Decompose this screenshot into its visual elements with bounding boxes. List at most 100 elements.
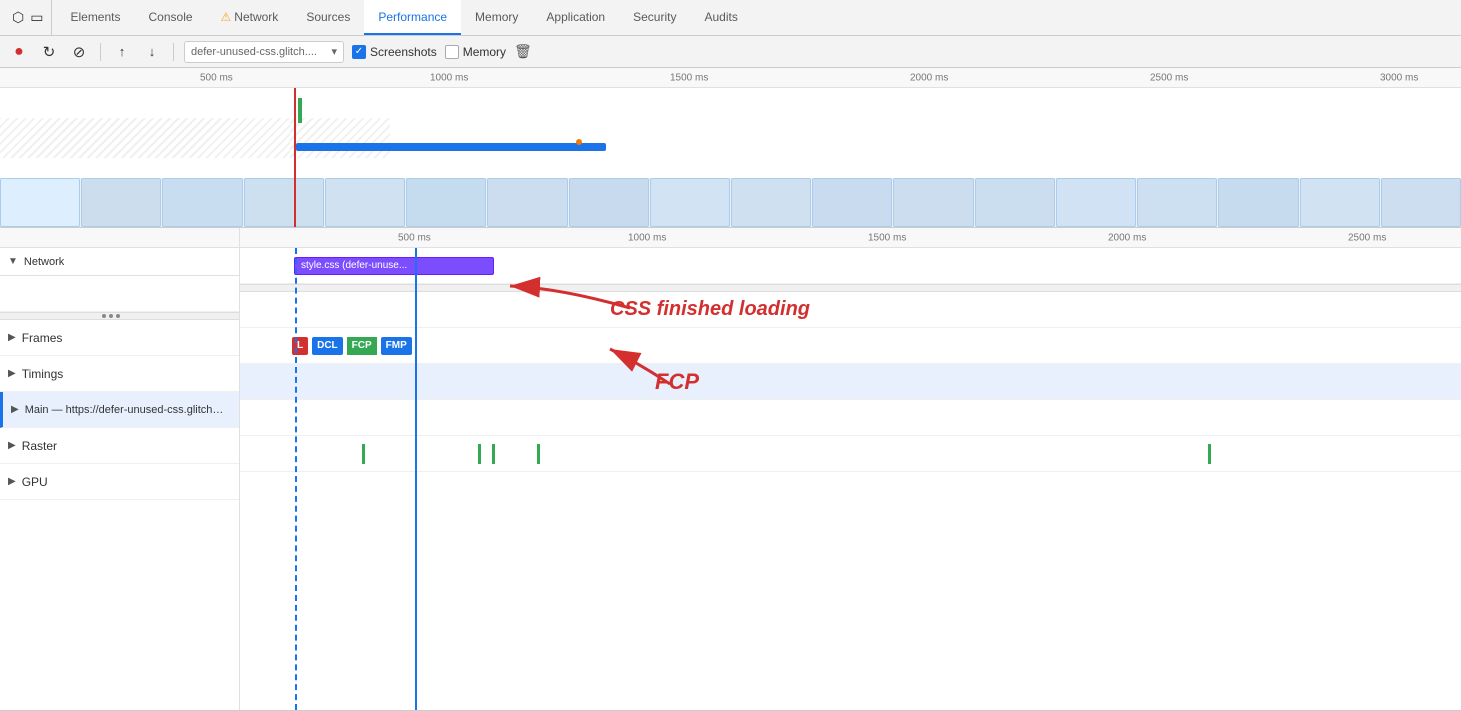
tick-2500ms-top: 2500 ms — [1150, 72, 1188, 83]
dot-3 — [116, 314, 120, 318]
main-content: 500 ms 1000 ms 1500 ms 2000 ms 2500 ms 3… — [0, 68, 1461, 711]
trash-icon[interactable]: 🗑 — [514, 43, 532, 60]
thumb-1 — [0, 178, 80, 227]
track-row-frames[interactable]: ▶ Frames — [0, 320, 239, 356]
resize-handle[interactable] — [0, 312, 239, 320]
tick-1000ms-b: 1000 ms — [628, 232, 666, 243]
fcp-label: FCP — [655, 369, 699, 395]
blue-time-line — [415, 248, 417, 710]
css-bar-label: style.css (defer-unuse... — [301, 260, 407, 271]
timing-badges: L DCL FCP FMP — [292, 337, 414, 355]
green-spike — [298, 98, 302, 123]
network-header[interactable]: ▼ Network — [0, 248, 239, 276]
tick-2000ms-top: 2000 ms — [910, 72, 948, 83]
tab-sources[interactable]: Sources — [292, 0, 364, 35]
download-button[interactable]: ↓ — [141, 41, 163, 63]
screenshots-checkbox[interactable]: ✓ Screenshots — [352, 45, 437, 59]
reload-button[interactable]: ↻ — [38, 41, 60, 63]
tick-2000ms-b: 2000 ms — [1108, 232, 1146, 243]
raster-row — [240, 400, 1461, 436]
device-icon[interactable]: ▭ — [30, 9, 43, 26]
tab-elements[interactable]: Elements — [56, 0, 134, 35]
tab-console[interactable]: Console — [135, 0, 207, 35]
thumb-4 — [244, 178, 324, 227]
tab-performance[interactable]: Performance — [364, 0, 461, 35]
track-row-raster[interactable]: ▶ Raster — [0, 428, 239, 464]
dot-2 — [109, 314, 113, 318]
ruler-bottom-right: 500 ms 1000 ms 1500 ms 2000 ms 2500 ms 3… — [240, 228, 1461, 248]
dot-1 — [102, 314, 106, 318]
network-collapse-arrow[interactable]: ▼ — [8, 256, 18, 267]
devtools-icons: ⬡ ▭ — [4, 0, 52, 35]
timeline-right: 500 ms 1000 ms 1500 ms 2000 ms 2500 ms 3… — [240, 228, 1461, 710]
raster-label: Raster — [22, 439, 57, 453]
thumb-18 — [1381, 178, 1461, 227]
thumb-15 — [1137, 178, 1217, 227]
gpu-label: GPU — [22, 475, 48, 489]
tick-500ms-top: 500 ms — [200, 72, 233, 83]
timings-row: L DCL FCP FMP — [240, 328, 1461, 364]
thumb-10 — [731, 178, 811, 227]
main-label: Main — https://defer-unused-css.glitch.m… — [25, 404, 225, 416]
timeline-ruler-top: 500 ms 1000 ms 1500 ms 2000 ms 2500 ms 3… — [0, 68, 1461, 88]
warning-icon: ⚠ — [221, 10, 232, 24]
gpu-bar-4 — [537, 444, 540, 464]
css-bar[interactable]: style.css (defer-unuse... — [294, 257, 494, 275]
tab-memory[interactable]: Memory — [461, 0, 532, 35]
tick-1500ms-b: 1500 ms — [868, 232, 906, 243]
thumb-14 — [1056, 178, 1136, 227]
checkbox-checked-icon: ✓ — [352, 45, 366, 59]
gpu-bar-2 — [478, 444, 481, 464]
memory-label: Memory — [463, 45, 506, 59]
track-row-main[interactable]: ▶ Main — https://defer-unused-css.glitch… — [0, 392, 239, 428]
timeline-overview: 500 ms 1000 ms 1500 ms 2000 ms 2500 ms 3… — [0, 68, 1461, 228]
upload-button[interactable]: ↑ — [111, 41, 133, 63]
frames-arrow[interactable]: ▶ — [8, 332, 16, 343]
tab-network[interactable]: ⚠ Network — [207, 0, 293, 35]
clear-button[interactable]: ⊘ — [68, 41, 90, 63]
thumb-8 — [569, 178, 649, 227]
cursor-icon[interactable]: ⬡ — [12, 9, 24, 26]
timeline-labels: ▼ Network ▶ Frames ▶ Timings — [0, 228, 240, 710]
badge-fmp: FMP — [381, 337, 412, 355]
frames-row — [240, 292, 1461, 328]
raster-arrow[interactable]: ▶ — [8, 440, 16, 451]
tick-2500ms-b: 2500 ms — [1348, 232, 1386, 243]
thumb-2 — [81, 178, 161, 227]
timings-label: Timings — [22, 367, 64, 381]
tab-security[interactable]: Security — [619, 0, 690, 35]
hatch-pattern-left — [0, 118, 290, 158]
separator-1 — [100, 43, 101, 61]
badge-dcl: DCL — [312, 337, 343, 355]
thumb-13 — [975, 178, 1055, 227]
network-row-spacer — [0, 276, 239, 312]
screenshot-items — [0, 178, 1461, 227]
resize-handle-right — [240, 284, 1461, 292]
url-dropdown[interactable]: defer-unused-css.glitch.... ▾ — [184, 41, 344, 63]
tab-application[interactable]: Application — [532, 0, 619, 35]
thumb-6 — [406, 178, 486, 227]
main-arrow[interactable]: ▶ — [11, 404, 19, 415]
tab-audits[interactable]: Audits — [690, 0, 751, 35]
resize-dots — [102, 314, 120, 318]
gpu-arrow[interactable]: ▶ — [8, 476, 16, 487]
thumb-3 — [162, 178, 242, 227]
thumb-12 — [893, 178, 973, 227]
dashed-line-left — [295, 248, 297, 710]
tracks-content: style.css (defer-unuse... CSS fi — [240, 248, 1461, 710]
ruler-bottom-left — [0, 228, 239, 248]
track-row-timings[interactable]: ▶ Timings — [0, 356, 239, 392]
track-row-gpu[interactable]: ▶ GPU — [0, 464, 239, 500]
blue-network-bar — [296, 143, 606, 151]
separator-2 — [173, 43, 174, 61]
badge-fcp: FCP — [347, 337, 377, 355]
memory-checkbox[interactable]: Memory — [445, 45, 506, 59]
main-row: FCP — [240, 364, 1461, 400]
screenshot-strip — [0, 178, 1461, 228]
record-button[interactable]: ● — [8, 41, 30, 63]
thumb-5 — [325, 178, 405, 227]
tab-bar: ⬡ ▭ Elements Console ⚠ Network Sources P… — [0, 0, 1461, 36]
tick-1500ms-top: 1500 ms — [670, 72, 708, 83]
timings-arrow[interactable]: ▶ — [8, 368, 16, 379]
gpu-bar-5 — [1208, 444, 1211, 464]
